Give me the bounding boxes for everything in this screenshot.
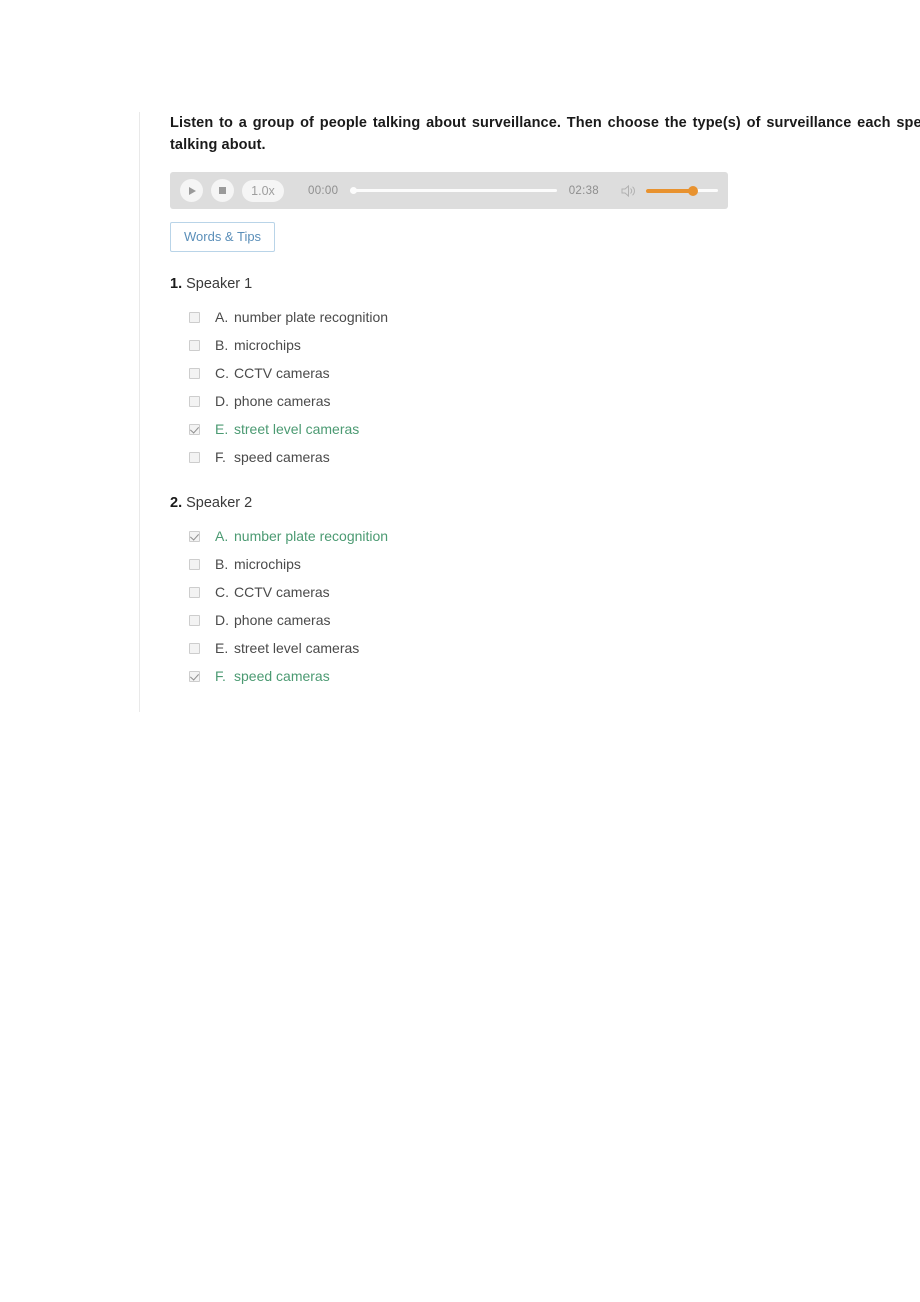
option-2-E[interactable]: E. street level cameras — [189, 634, 920, 662]
option-text: microchips — [234, 337, 301, 353]
option-1-E[interactable]: E. street level cameras — [189, 415, 920, 443]
checkbox-2-B[interactable] — [189, 558, 200, 570]
play-button[interactable] — [180, 179, 203, 202]
option-text: phone cameras — [234, 393, 331, 409]
speaker-icon[interactable] — [621, 184, 637, 198]
option-letter: F. — [215, 449, 226, 465]
checkbox-1-F[interactable] — [189, 451, 200, 463]
current-time-label: 00:00 — [308, 184, 339, 197]
stop-icon — [219, 187, 226, 194]
checkbox-1-A[interactable] — [189, 311, 200, 323]
option-text: number plate recognition — [234, 528, 389, 544]
stop-button[interactable] — [211, 179, 234, 202]
option-letter: A. — [215, 528, 229, 544]
checkbox-2-F[interactable] — [189, 670, 200, 682]
option-2-F[interactable]: F. speed cameras — [189, 662, 920, 690]
volume-handle[interactable] — [688, 185, 698, 196]
checkbox-2-C[interactable] — [189, 586, 200, 598]
checkbox-2-E[interactable] — [189, 642, 200, 654]
option-2-B[interactable]: B. microchips — [189, 550, 920, 578]
option-2-D[interactable]: D. phone cameras — [189, 606, 920, 634]
question-2: 2. Speaker 2 A. number plate recognition… — [170, 493, 920, 690]
question-1-number: 1. — [170, 276, 183, 292]
volume-fill — [646, 188, 694, 193]
option-2-A[interactable]: A. number plate recognition — [189, 522, 920, 550]
option-letter: D. — [215, 612, 229, 628]
total-time-label: 02:38 — [568, 184, 599, 197]
option-letter: A. — [215, 309, 229, 325]
option-letter: C. — [215, 584, 229, 600]
option-text: number plate recognition — [234, 309, 389, 325]
option-letter: F. — [215, 668, 226, 684]
audio-player[interactable]: 1.0x 00:00 02:38 — [170, 172, 728, 209]
checkbox-1-C[interactable] — [189, 367, 200, 379]
option-1-D[interactable]: D. phone cameras — [189, 387, 920, 415]
option-1-C[interactable]: C. CCTV cameras — [189, 359, 920, 387]
option-letter: C. — [215, 365, 229, 381]
option-letter: B. — [215, 337, 229, 353]
question-2-number: 2. — [170, 495, 183, 511]
option-1-B[interactable]: B. microchips — [189, 331, 920, 359]
option-text: street level cameras — [234, 640, 360, 656]
option-text: speed cameras — [234, 449, 330, 465]
option-text: CCTV cameras — [234, 365, 330, 381]
question-1-heading: 1. Speaker 1 — [170, 274, 920, 294]
volume-control[interactable] — [621, 184, 718, 198]
question-1-options: A. number plate recognition B. microchip… — [170, 303, 920, 471]
checkbox-1-B[interactable] — [189, 339, 200, 351]
option-letter: D. — [215, 393, 229, 409]
option-text: phone cameras — [234, 612, 331, 628]
instruction-prompt: Listen to a group of people talking abou… — [170, 115, 920, 153]
option-text: street level cameras — [234, 421, 360, 437]
question-2-options: A. number plate recognition B. microchip… — [170, 522, 920, 690]
question-2-title: Speaker 2 — [186, 495, 253, 511]
play-icon — [189, 186, 196, 195]
checkbox-2-A[interactable] — [189, 530, 200, 542]
question-1-title: Speaker 1 — [186, 276, 253, 292]
progress-track — [350, 189, 557, 192]
checkbox-1-E[interactable] — [189, 423, 200, 435]
option-2-C[interactable]: C. CCTV cameras — [189, 578, 920, 606]
option-letter: E. — [215, 421, 229, 437]
option-1-F[interactable]: F. speed cameras — [189, 443, 920, 471]
option-1-A[interactable]: A. number plate recognition — [189, 303, 920, 331]
progress-handle[interactable] — [350, 187, 358, 194]
checkbox-1-D[interactable] — [189, 395, 200, 407]
question-2-heading: 2. Speaker 2 — [170, 493, 920, 513]
words-and-tips-button[interactable]: Words & Tips — [170, 222, 276, 252]
option-text: speed cameras — [234, 668, 330, 684]
checkbox-2-D[interactable] — [189, 614, 200, 626]
option-text: CCTV cameras — [234, 584, 330, 600]
option-letter: E. — [215, 640, 229, 656]
question-1: 1. Speaker 1 A. number plate recognition… — [170, 274, 920, 471]
progress-slider[interactable] — [350, 184, 557, 198]
option-text: microchips — [234, 556, 301, 572]
exercise-container: Listen to a group of people talking abou… — [139, 112, 920, 712]
volume-slider[interactable] — [646, 185, 718, 197]
playback-speed-button[interactable]: 1.0x — [242, 179, 284, 202]
option-letter: B. — [215, 556, 229, 572]
